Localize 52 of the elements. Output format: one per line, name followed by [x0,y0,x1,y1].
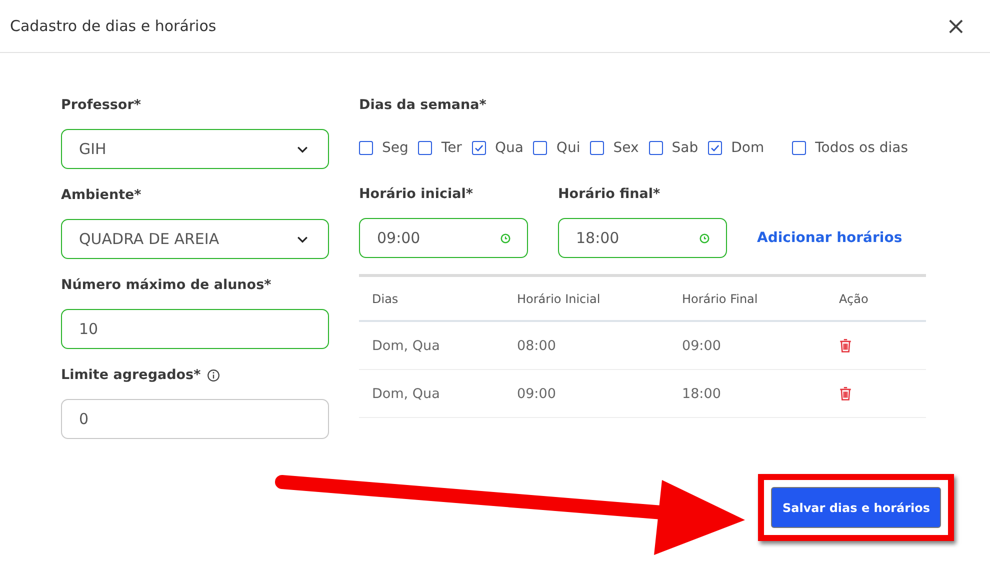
table-cell: Dom, Qua [359,370,504,418]
input-field[interactable]: 0 [61,399,329,439]
checkbox-label: Seg [382,140,408,156]
trash-icon[interactable] [839,338,852,353]
field-label: Horário inicial* [359,186,474,202]
select-field[interactable]: QUADRA DE AREIA [61,219,329,259]
table-cell: 09:00 [669,321,826,370]
info-icon[interactable] [206,368,220,382]
clock-icon [699,232,710,244]
time-field[interactable]: 18:00 [558,218,727,258]
checkbox[interactable] [418,141,432,155]
save-button[interactable]: Salvar dias e horários [771,487,941,528]
field-label: Número máximo de alunos* [61,277,272,293]
field-label: Horário final* [558,186,662,202]
chevron-down-icon [297,236,308,242]
checkbox[interactable] [792,141,806,155]
checkbox-label: Sab [672,140,698,156]
checkbox-label: Todos os dias [815,140,908,156]
checkbox[interactable] [590,141,604,155]
column-header: Ação [826,276,926,321]
checkbox-label: Ter [441,140,462,156]
checkbox-label: Qua [494,140,524,156]
trash-icon[interactable] [839,386,852,401]
close-button[interactable]: × [942,12,970,40]
field-label: Professor* [61,97,141,113]
field-label: Limite agregados* [61,367,201,383]
column-header: Horário Final [669,276,826,321]
chevron-down-icon [297,146,308,152]
check-icon [472,142,485,154]
field-label: Dias da semana* [359,97,488,113]
checkbox[interactable] [648,141,663,155]
checkbox[interactable] [359,141,373,155]
check-icon [709,142,722,154]
checkbox[interactable] [472,141,486,155]
dialog-title: Cadastro de dias e horários [10,17,216,35]
checkbox-label: Qui [556,140,580,156]
checkbox[interactable] [708,141,722,155]
clock-icon [500,232,511,244]
add-times-link[interactable]: Adicionar horários [757,218,902,258]
select-field[interactable]: GIH [61,129,329,169]
table-cell: 08:00 [504,321,669,370]
column-header: Horário Inicial [504,276,669,321]
checkbox[interactable] [533,141,548,155]
checkbox-label: Sex [613,140,639,156]
input-field[interactable]: 10 [61,309,329,349]
table-cell: Dom, Qua [359,321,504,370]
table-cell: 09:00 [504,370,669,418]
checkbox-label: Dom [731,140,764,156]
field-label: Ambiente* [61,187,142,203]
time-field[interactable]: 09:00 [359,218,528,258]
column-header: Dias [359,276,504,321]
table-cell: 18:00 [669,370,826,418]
